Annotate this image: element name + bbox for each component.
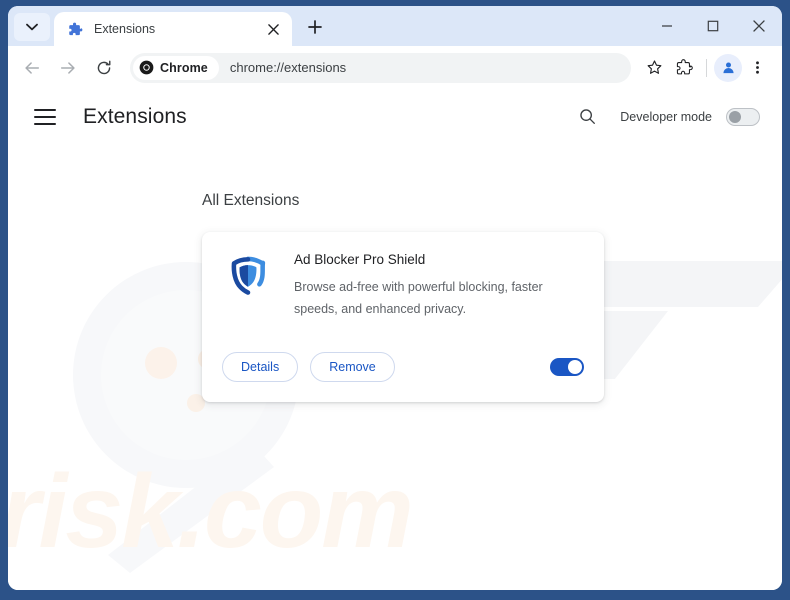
blue-shield-icon bbox=[226, 254, 270, 298]
star-icon bbox=[647, 60, 661, 74]
extensions-content: All Extensions Ad Blocker Pro Shield Bro… bbox=[8, 144, 782, 402]
toggle-knob bbox=[568, 360, 582, 374]
forward-button[interactable] bbox=[52, 52, 84, 84]
extension-card-actions: Details Remove bbox=[222, 326, 584, 402]
arrow-left-icon bbox=[25, 61, 40, 74]
close-icon bbox=[753, 20, 765, 32]
chrome-menu-button[interactable] bbox=[742, 53, 772, 83]
risk-com-watermark: risk.com bbox=[8, 454, 414, 570]
search-icon bbox=[580, 109, 595, 124]
profile-button[interactable] bbox=[714, 53, 742, 82]
extensions-page-header: Extensions Developer mode bbox=[8, 89, 782, 144]
extension-info: Ad Blocker Pro Shield Browse ad-free wit… bbox=[294, 252, 584, 320]
arrow-right-icon bbox=[60, 61, 75, 74]
address-bar-url: chrome://extensions bbox=[229, 60, 347, 75]
puzzle-piece-icon bbox=[676, 59, 693, 75]
person-avatar-icon bbox=[722, 62, 734, 74]
reload-button[interactable] bbox=[88, 52, 120, 84]
minimize-icon bbox=[662, 25, 672, 27]
bookmark-button[interactable] bbox=[639, 53, 669, 83]
extension-enabled-toggle[interactable] bbox=[550, 358, 584, 376]
new-tab-button[interactable] bbox=[300, 12, 330, 42]
developer-mode-toggle[interactable] bbox=[726, 107, 760, 126]
extension-description: Browse ad-free with powerful blocking, f… bbox=[294, 280, 543, 316]
chrome-logo-icon bbox=[139, 60, 154, 75]
tab-strip: Extensions bbox=[8, 6, 782, 46]
minimize-button[interactable] bbox=[644, 6, 690, 46]
close-icon bbox=[267, 23, 279, 35]
maximize-icon bbox=[707, 20, 719, 32]
tab-title: Extensions bbox=[94, 22, 156, 36]
address-bar[interactable]: Chrome chrome://extensions bbox=[130, 52, 631, 83]
puzzle-piece-icon bbox=[67, 21, 83, 37]
page-header-actions: Developer mode bbox=[570, 100, 760, 134]
tab-search-button[interactable] bbox=[14, 13, 50, 41]
three-dots-vertical-icon bbox=[755, 61, 759, 74]
maximize-button[interactable] bbox=[690, 6, 736, 46]
extension-card-header: Ad Blocker Pro Shield Browse ad-free wit… bbox=[222, 252, 584, 320]
extension-card: Ad Blocker Pro Shield Browse ad-free wit… bbox=[202, 232, 604, 402]
remove-button[interactable]: Remove bbox=[310, 352, 395, 382]
section-title: All Extensions bbox=[202, 192, 300, 209]
developer-mode-label: Developer mode bbox=[620, 109, 712, 124]
toolbar-divider bbox=[706, 58, 707, 77]
extension-name: Ad Blocker Pro Shield bbox=[294, 252, 426, 267]
hamburger-menu-icon[interactable] bbox=[34, 104, 60, 130]
window-controls bbox=[644, 6, 782, 46]
back-button[interactable] bbox=[16, 52, 48, 84]
chrome-badge-label: Chrome bbox=[160, 60, 208, 75]
toggle-knob bbox=[729, 110, 741, 123]
extensions-page: Extensions Developer mode risk.com All E… bbox=[8, 89, 782, 590]
extensions-button[interactable] bbox=[669, 53, 699, 83]
close-window-button[interactable] bbox=[736, 6, 782, 46]
page-title: Extensions bbox=[83, 104, 187, 128]
browser-tab[interactable]: Extensions bbox=[54, 12, 292, 46]
browser-toolbar: Chrome chrome://extensions bbox=[8, 46, 782, 89]
tab-close-button[interactable] bbox=[262, 18, 284, 40]
details-button[interactable]: Details bbox=[222, 352, 299, 382]
search-extensions-button[interactable] bbox=[570, 100, 604, 134]
reload-icon bbox=[97, 60, 111, 74]
chevron-down-icon bbox=[26, 23, 38, 31]
window-frame: Extensions Chrome chrome://extensions Ex… bbox=[0, 0, 790, 600]
browser-window: Extensions Chrome chrome://extensions Ex… bbox=[8, 6, 782, 590]
plus-icon bbox=[308, 20, 322, 34]
chrome-badge: Chrome bbox=[133, 55, 219, 80]
